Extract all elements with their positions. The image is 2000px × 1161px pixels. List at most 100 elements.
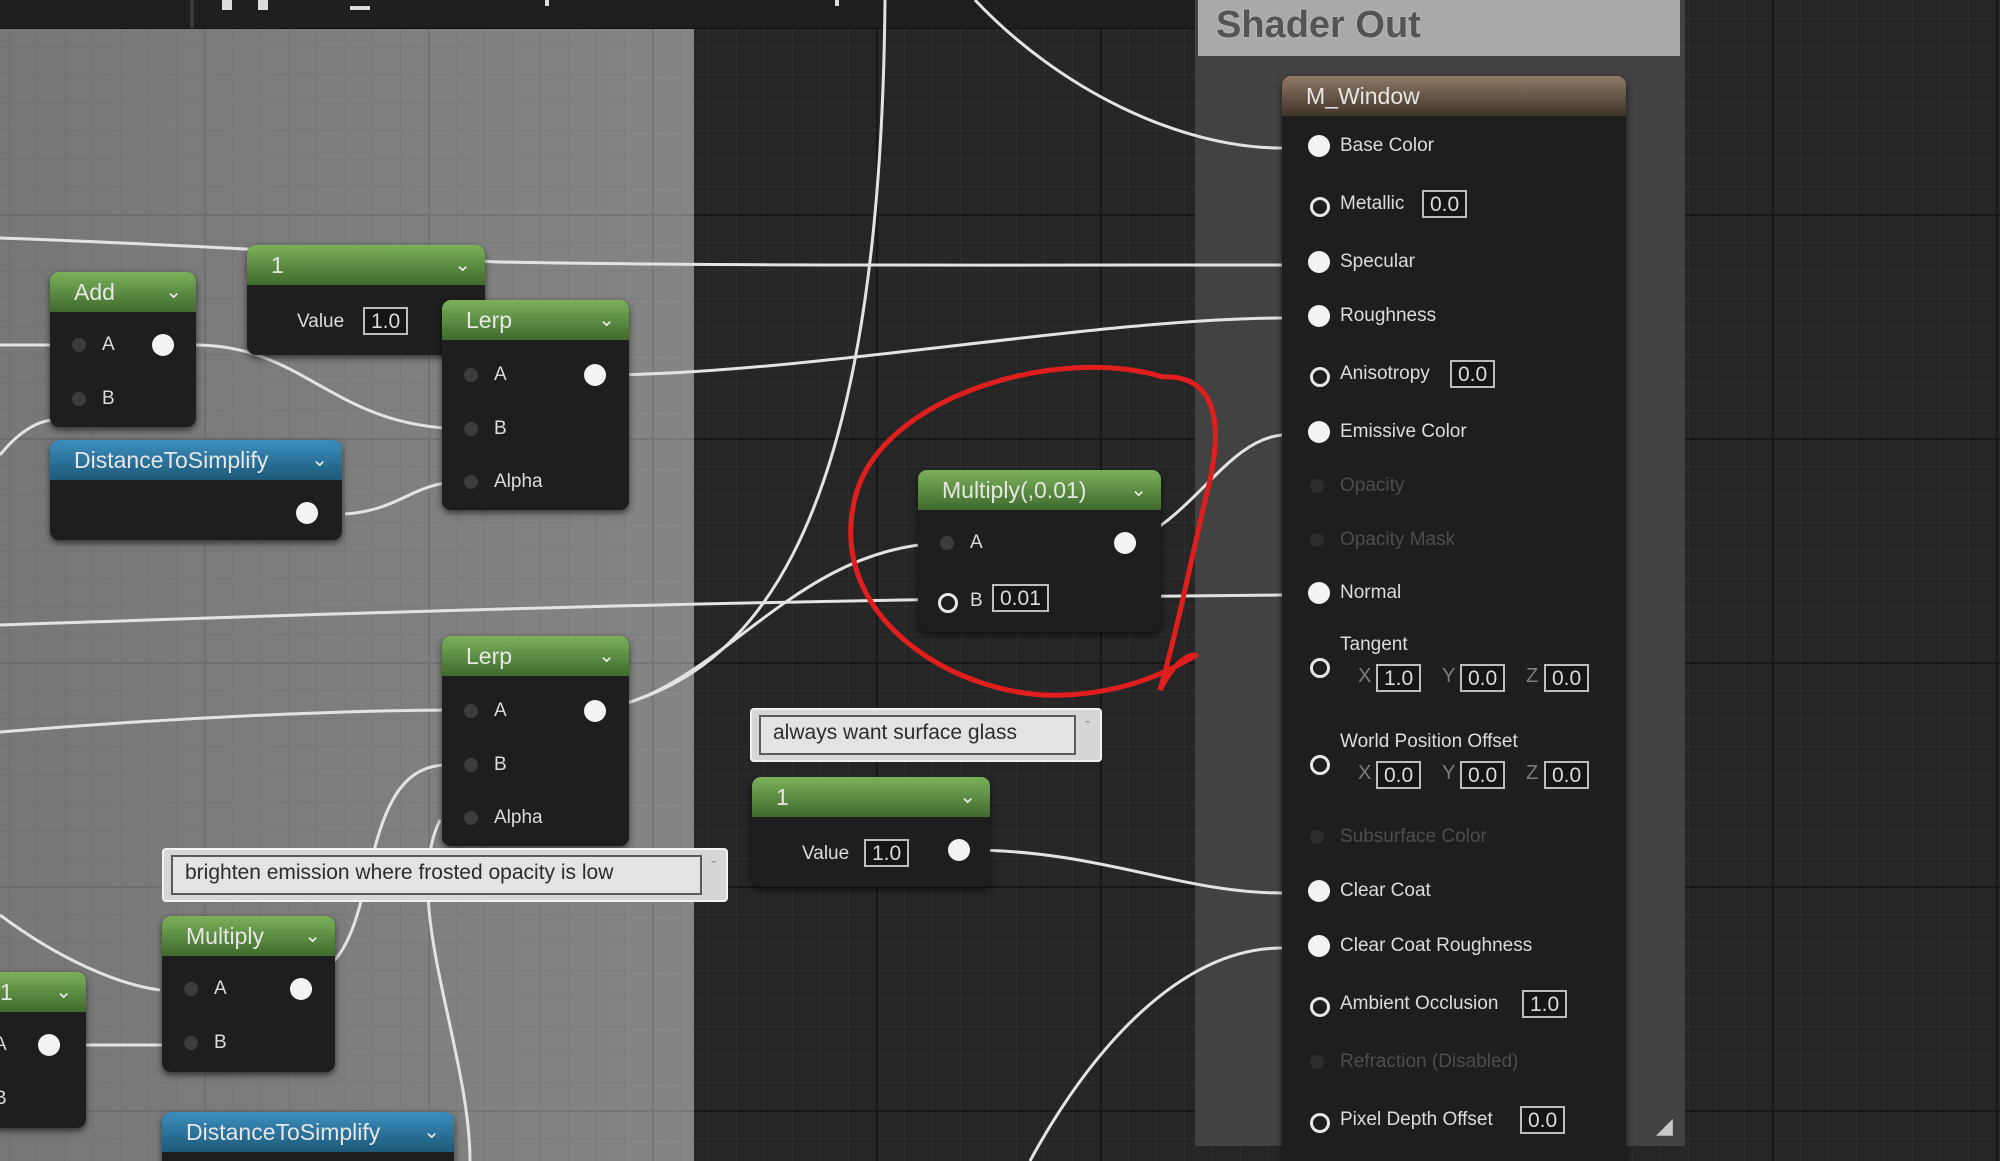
pin-icon[interactable]	[464, 758, 478, 772]
constant-node-header[interactable]: 1 ⌄	[247, 245, 485, 285]
vector-z-field[interactable]: 0.0	[1544, 664, 1590, 692]
wire	[1028, 946, 1283, 1161]
pin-icon[interactable]	[72, 392, 86, 406]
input-pin-icon	[1310, 1055, 1324, 1069]
pin-icon[interactable]	[464, 368, 478, 382]
value-label: Value	[297, 311, 345, 332]
value-field[interactable]: 1.0	[864, 839, 910, 867]
input-label: Opacity Mask	[1340, 529, 1456, 550]
partial-node[interactable]: 1 ⌄ A B	[0, 972, 86, 1128]
pin-a-label: A	[0, 1034, 7, 1055]
output-pin-icon[interactable]	[296, 502, 318, 524]
material-output-header[interactable]: M_Window	[1282, 76, 1626, 116]
vector-x-field[interactable]: 0.0	[1376, 761, 1422, 789]
lerp-node[interactable]: Lerp ⌄ A B Alpha	[442, 636, 629, 846]
input-pin-icon[interactable]	[1308, 582, 1330, 604]
output-pin-icon[interactable]	[1114, 532, 1136, 554]
input-label: World Position Offset	[1340, 731, 1518, 752]
pin-icon[interactable]	[464, 811, 478, 825]
chevron-down-icon[interactable]: ⌄	[423, 1112, 440, 1152]
resize-handle-icon[interactable]: ◢	[1656, 1114, 1673, 1139]
pin-icon[interactable]	[464, 704, 478, 718]
comment-text[interactable]: brighten emission where frosted opacity …	[171, 855, 702, 895]
add-node-header[interactable]: Add ⌄	[50, 272, 196, 312]
axis-label: X	[1358, 665, 1372, 687]
multiply-node-title: Multiply	[186, 923, 264, 949]
output-pin-icon[interactable]	[584, 364, 606, 386]
pin-b-label: B	[0, 1088, 7, 1109]
pin-icon[interactable]	[464, 422, 478, 436]
input-value-field[interactable]: 0.0	[1422, 190, 1468, 218]
constant-node-header[interactable]: 1 ⌄	[752, 777, 990, 817]
pin-icon[interactable]	[938, 593, 958, 613]
multiply-node-header[interactable]: Multiply ⌄	[162, 916, 335, 956]
wire	[599, 316, 1283, 377]
lerp-node[interactable]: Lerp ⌄ A B Alpha	[442, 300, 629, 510]
chevron-down-icon[interactable]: ⌄	[304, 916, 321, 956]
pin-b-label: B	[494, 754, 507, 775]
partial-node-header[interactable]: 1 ⌄	[0, 972, 86, 1012]
distance-node-title: DistanceToSimplify	[74, 447, 269, 473]
pin-icon[interactable]: ⁃	[1084, 716, 1096, 744]
vector-y-field[interactable]: 0.0	[1460, 761, 1506, 789]
pin-icon[interactable]	[184, 1036, 198, 1050]
output-pin-icon[interactable]	[152, 334, 174, 356]
multiply-001-node[interactable]: Multiply(,0.01) ⌄ A B 0.01	[918, 470, 1161, 632]
vector-x-field[interactable]: 1.0	[1376, 664, 1422, 692]
pin-icon[interactable]	[940, 536, 954, 550]
constant-node[interactable]: 1 ⌄ Value 1.0	[752, 777, 990, 887]
distance-to-simplify-node[interactable]: DistanceToSimplify ⌄	[50, 440, 342, 540]
vector-y-field[interactable]: 0.0	[1460, 664, 1506, 692]
input-pin-icon[interactable]	[1308, 935, 1330, 957]
chevron-down-icon[interactable]: ⌄	[1130, 470, 1147, 510]
wire	[967, 848, 1283, 895]
comment-text[interactable]: always want surface glass	[759, 715, 1076, 755]
input-pin-icon[interactable]	[1308, 251, 1330, 273]
output-pin-icon[interactable]	[584, 700, 606, 722]
input-value-field[interactable]: 0.0	[1520, 1106, 1566, 1134]
material-output-node[interactable]: M_Window Base Color Metallic 0.0 Specular Ro…	[1282, 76, 1626, 1161]
wire	[194, 343, 446, 430]
vector-z-field[interactable]: 0.0	[1544, 761, 1590, 789]
output-pin-icon[interactable]	[38, 1034, 60, 1056]
chevron-down-icon[interactable]: ⌄	[165, 272, 182, 312]
input-pin-icon[interactable]	[1308, 135, 1330, 157]
output-pin-icon[interactable]	[290, 978, 312, 1000]
pin-icon[interactable]	[184, 982, 198, 996]
distance-node-header[interactable]: DistanceToSimplify ⌄	[162, 1112, 454, 1152]
input-value-field[interactable]: 1.0	[1522, 990, 1568, 1018]
input-value-field[interactable]: 0.0	[1450, 360, 1496, 388]
multiply-node[interactable]: Multiply ⌄ A B	[162, 916, 335, 1072]
add-node[interactable]: Add ⌄ A B	[50, 272, 196, 427]
input-pin-icon[interactable]	[1310, 658, 1330, 678]
distance-to-simplify-node[interactable]: DistanceToSimplify ⌄	[162, 1112, 454, 1161]
multiply-001-header[interactable]: Multiply(,0.01) ⌄	[918, 470, 1161, 510]
input-pin-icon[interactable]	[1310, 997, 1330, 1017]
chevron-down-icon[interactable]: ⌄	[959, 777, 976, 817]
chevron-down-icon[interactable]: ⌄	[55, 972, 72, 1012]
input-pin-icon[interactable]	[1310, 755, 1330, 775]
axis-label: X	[1358, 762, 1372, 784]
input-pin-icon[interactable]	[1310, 367, 1330, 387]
chevron-down-icon[interactable]: ⌄	[598, 300, 615, 340]
chevron-down-icon[interactable]: ⌄	[454, 245, 471, 285]
comment-bubble[interactable]: brighten emission where frosted opacity …	[162, 848, 728, 902]
material-graph-canvas[interactable]: Shader Out Add ⌄ A B 1 ⌄ Value 1.0 Lerp …	[0, 0, 2000, 1161]
distance-node-header[interactable]: DistanceToSimplify ⌄	[50, 440, 342, 480]
input-pin-icon[interactable]	[1308, 880, 1330, 902]
b-value-field[interactable]: 0.01	[992, 584, 1049, 612]
input-pin-icon[interactable]	[1308, 421, 1330, 443]
output-pin-icon[interactable]	[948, 839, 970, 861]
chevron-down-icon[interactable]: ⌄	[598, 636, 615, 676]
pin-icon[interactable]	[72, 338, 86, 352]
input-pin-icon[interactable]	[1310, 1113, 1330, 1133]
pin-icon[interactable]	[464, 475, 478, 489]
pin-icon[interactable]: ⁃	[710, 856, 722, 884]
comment-bubble[interactable]: always want surface glass ⁃	[750, 708, 1102, 762]
chevron-down-icon[interactable]: ⌄	[311, 440, 328, 480]
value-field[interactable]: 1.0	[363, 307, 409, 335]
input-pin-icon[interactable]	[1310, 197, 1330, 217]
lerp-node-header[interactable]: Lerp ⌄	[442, 636, 629, 676]
lerp-node-header[interactable]: Lerp ⌄	[442, 300, 629, 340]
input-pin-icon[interactable]	[1308, 305, 1330, 327]
